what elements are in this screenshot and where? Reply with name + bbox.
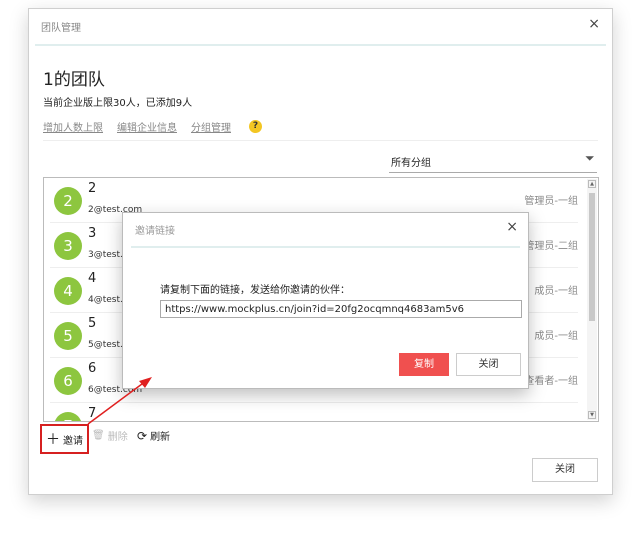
group-manage-link[interactable]: 分组管理 (191, 119, 231, 134)
delete-label: 删除 (107, 432, 128, 443)
member-role: 成员-一组 (534, 286, 578, 297)
team-name: 1的团队 (43, 70, 105, 90)
member-name: 6 (88, 361, 97, 376)
invite-label: 邀请 (63, 435, 83, 447)
copy-button[interactable]: 复制 (399, 353, 449, 376)
refresh-button[interactable]: ⟳ 刷新 (137, 428, 171, 444)
member-role: 查看者-一组 (524, 376, 578, 387)
avatar: 3 (54, 232, 82, 260)
member-name: 3 (88, 226, 97, 241)
help-icon[interactable]: ? (249, 120, 262, 133)
scrollbar-thumb[interactable] (589, 193, 595, 321)
dialog-title: 邀请链接 (135, 226, 175, 237)
window-close-icon[interactable]: × (588, 16, 600, 32)
member-role: 管理员-二组 (524, 241, 578, 252)
dialog-close-button[interactable]: 关闭 (456, 353, 521, 376)
delete-button[interactable]: 🗑 删除 (92, 428, 128, 443)
list-item[interactable]: 77 (50, 403, 578, 421)
increase-limit-link[interactable]: 增加人数上限 (43, 119, 103, 134)
avatar: 4 (54, 277, 82, 305)
scroll-up-icon[interactable]: ▲ (588, 180, 596, 188)
window-title: 团队管理 (41, 23, 81, 34)
divider (35, 44, 606, 46)
scroll-down-icon[interactable]: ▼ (588, 411, 596, 419)
edit-company-link[interactable]: 编辑企业信息 (117, 119, 177, 134)
plus-icon: ＋ (46, 432, 60, 448)
refresh-icon: ⟳ (137, 428, 148, 443)
member-name: 5 (88, 316, 97, 331)
avatar: 5 (54, 322, 82, 350)
trash-icon: 🗑 (92, 430, 105, 441)
divider (43, 140, 598, 141)
limit-text: 当前企业版上限30人，已添加9人 (43, 98, 193, 109)
invite-url-input[interactable] (160, 300, 522, 318)
dialog-close-icon[interactable]: × (506, 219, 518, 235)
close-button[interactable]: 关闭 (532, 458, 598, 482)
member-name: 7 (88, 406, 97, 421)
dialog-prompt: 请复制下面的链接，发送给你邀请的伙伴： (160, 285, 350, 296)
scrollbar[interactable]: ▲ ▼ (587, 179, 597, 420)
invite-link-dialog: 邀请链接 × 请复制下面的链接，发送给你邀请的伙伴： 复制 关闭 (122, 212, 529, 389)
member-role: 成员-一组 (534, 331, 578, 342)
invite-button[interactable]: ＋邀请 (40, 424, 89, 454)
member-name: 4 (88, 271, 97, 286)
divider (131, 246, 520, 248)
avatar: 2 (54, 187, 82, 215)
avatar: 6 (54, 367, 82, 395)
member-name: 2 (88, 181, 97, 196)
member-role: 管理员-一组 (524, 196, 578, 207)
avatar: 7 (54, 412, 82, 421)
refresh-label: 刷新 (150, 432, 171, 443)
group-filter-select[interactable]: 所有分组 (389, 152, 597, 173)
team-links: 增加人数上限 编辑企业信息 分组管理 ? (43, 119, 262, 134)
filter-icon[interactable]: ⏷ (585, 151, 595, 166)
